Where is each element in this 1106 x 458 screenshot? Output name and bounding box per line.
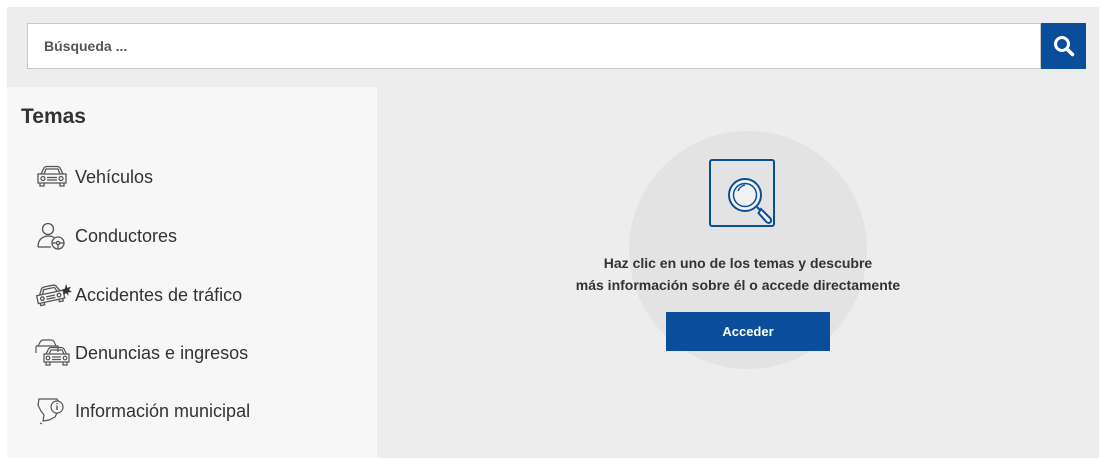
search-bar	[27, 23, 1041, 69]
topic-vehiculos[interactable]: Vehículos	[35, 157, 355, 197]
page-frame: Temas Vehículos	[7, 7, 1099, 458]
topic-label: Conductores	[75, 225, 178, 246]
access-button[interactable]: Acceder	[666, 312, 830, 351]
sidebar-title: Temas	[21, 105, 86, 128]
municipal-map-icon	[35, 395, 75, 427]
topic-denuncias[interactable]: Denuncias e ingresos	[35, 333, 355, 373]
magnifier-illustration	[709, 159, 775, 227]
cars-fine-icon	[35, 337, 75, 369]
topic-label: Accidentes de tráfico	[75, 284, 243, 305]
topic-accidentes[interactable]: Accidentes de tráfico	[35, 275, 355, 315]
car-icon	[35, 161, 75, 193]
topic-informacion-municipal[interactable]: Información municipal	[35, 391, 355, 431]
topic-label: Información municipal	[75, 400, 251, 421]
main-panel: Haz clic en uno de los temas y descubre …	[377, 87, 1099, 458]
search-input[interactable]	[28, 24, 1040, 68]
topic-label: Vehículos	[75, 166, 154, 187]
search-button[interactable]	[1041, 23, 1086, 69]
topics-sidebar: Temas Vehículos Conductores Accidentes d…	[7, 87, 377, 458]
topic-conductores[interactable]: Conductores	[35, 216, 355, 256]
message-line-1: Haz clic en uno de los temas y descubre	[603, 255, 873, 271]
message-line-2: más información sobre él o accede direct…	[575, 277, 901, 293]
topic-label: Denuncias e ingresos	[75, 342, 249, 363]
search-icon	[1053, 36, 1074, 57]
driver-icon	[35, 220, 75, 252]
car-crash-icon	[35, 279, 75, 311]
